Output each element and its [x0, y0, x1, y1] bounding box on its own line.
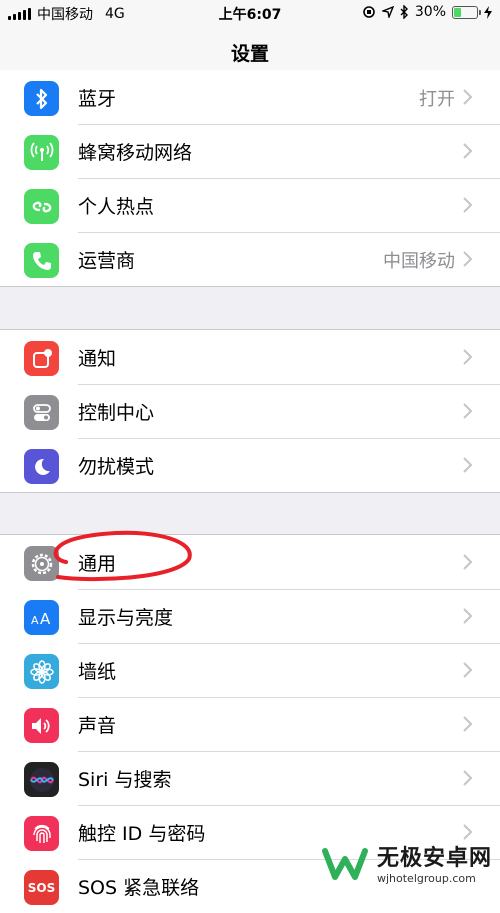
watermark-url: wjhotelgroup.com	[376, 872, 476, 885]
settings-row-label: 蓝牙	[78, 88, 117, 110]
settings-row-wallpaper[interactable]: 墙纸	[0, 643, 500, 697]
sos-icon: SOS	[24, 870, 59, 905]
phone-icon	[24, 243, 59, 278]
settings-row-label: 声音	[78, 715, 117, 737]
settings-row-display[interactable]: AA 显示与亮度	[0, 589, 500, 643]
chevron-right-icon	[458, 247, 478, 271]
settings-row-control-center[interactable]: 控制中心	[0, 384, 500, 438]
settings-row-value: 中国移动	[383, 251, 455, 272]
svg-text:A: A	[31, 614, 39, 627]
chevron-right-icon	[458, 85, 478, 109]
settings-row-carrier[interactable]: 运营商 中国移动	[0, 232, 500, 286]
wallpaper-icon	[24, 654, 59, 689]
settings-row-label: 蜂窝移动网络	[78, 142, 193, 164]
chevron-right-icon	[458, 604, 478, 628]
chevron-right-icon	[458, 345, 478, 369]
chevron-right-icon	[458, 399, 478, 423]
hotspot-icon	[24, 189, 59, 224]
control-center-icon	[24, 395, 59, 430]
settings-row-do-not-disturb[interactable]: 勿扰模式	[0, 438, 500, 492]
settings-group-notifications: 通知 控制中心 勿扰模式	[0, 329, 500, 493]
status-right: 30%	[362, 4, 492, 20]
fingerprint-icon	[24, 816, 59, 851]
settings-row-label: 控制中心	[78, 402, 155, 424]
settings-row-label: Siri 与搜索	[78, 769, 172, 791]
chevron-right-icon	[458, 193, 478, 217]
bluetooth-icon	[24, 81, 59, 116]
settings-row-label: 勿扰模式	[78, 456, 155, 478]
battery-percent: 30%	[414, 4, 446, 20]
settings-row-label: 显示与亮度	[78, 607, 174, 629]
gear-icon	[24, 546, 59, 581]
settings-row-label: 触控 ID 与密码	[78, 823, 206, 845]
cellular-icon	[24, 135, 59, 170]
status-bar: 中国移动 4G 上午6:07 30%	[0, 0, 500, 26]
watermark-title: 无极安卓网	[376, 846, 492, 871]
page-title: 设置	[230, 43, 269, 65]
chevron-right-icon	[458, 712, 478, 736]
settings-row-label: 运营商	[78, 250, 136, 272]
charging-icon	[484, 5, 492, 19]
bluetooth-status-icon	[400, 5, 408, 19]
chevron-right-icon	[458, 766, 478, 790]
settings-row-sound[interactable]: 声音	[0, 697, 500, 751]
watermark-logo-icon	[321, 847, 368, 880]
settings-row-siri[interactable]: Siri 与搜索	[0, 751, 500, 805]
chevron-right-icon	[458, 139, 478, 163]
location-icon	[381, 6, 394, 18]
settings-row-bluetooth[interactable]: 蓝牙 打开	[0, 70, 500, 124]
settings-row-label: 通知	[78, 348, 117, 370]
notifications-icon	[24, 341, 59, 376]
settings-row-cellular[interactable]: 蜂窝移动网络	[0, 124, 500, 178]
settings-row-label: 个人热点	[78, 196, 155, 218]
settings-row-value: 打开	[419, 89, 455, 110]
settings-row-notifications[interactable]: 通知	[0, 330, 500, 384]
display-icon: AA	[24, 600, 59, 635]
chevron-right-icon	[458, 658, 478, 682]
svg-text:A: A	[40, 610, 51, 628]
settings-row-hotspot[interactable]: 个人热点	[0, 178, 500, 232]
rotation-lock-icon	[363, 6, 375, 18]
chevron-right-icon	[458, 453, 478, 477]
siri-icon	[24, 762, 59, 797]
settings-row-label: SOS 紧急联络	[78, 877, 200, 899]
settings-row-label: 通用	[78, 553, 117, 575]
settings-group-connectivity: 蓝牙 打开 蜂窝移动网络 个人热点 运营商 中国移动	[0, 70, 500, 287]
settings-row-general[interactable]: 通用	[0, 535, 500, 589]
watermark: 无极安卓网 wjhotelgroup.com	[321, 840, 492, 885]
sound-icon	[24, 708, 59, 743]
settings-row-label: 墙纸	[78, 661, 117, 683]
battery-icon	[452, 5, 481, 19]
chevron-right-icon	[458, 550, 478, 574]
moon-icon	[24, 449, 59, 484]
